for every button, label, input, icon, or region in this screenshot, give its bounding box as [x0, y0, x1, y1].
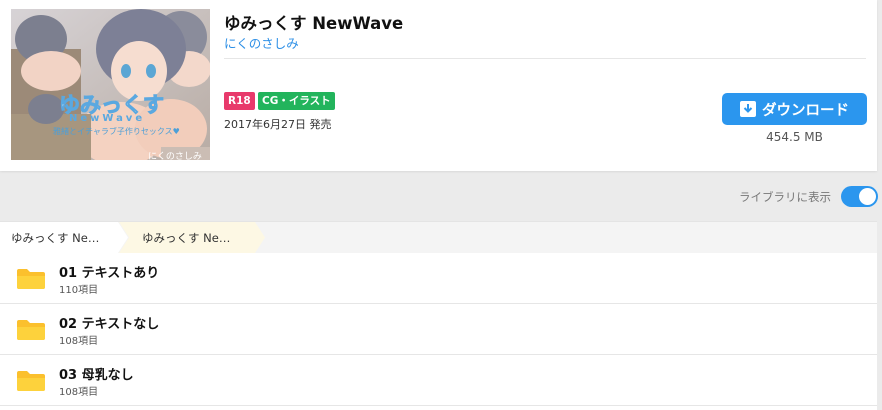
cover-logo-sub: NewWave: [69, 113, 146, 124]
header-divider: [224, 58, 866, 59]
folder-name: 01 テキストあり: [59, 266, 160, 281]
cover-circle-name: にくのさしみ: [148, 152, 202, 160]
work-title: ゆみっくす NewWave: [224, 14, 404, 33]
folder-row[interactable]: 03 母乳なし 108項目: [0, 355, 877, 406]
folder-item-count: 108項目: [59, 387, 99, 398]
breadcrumb-label: ゆみっくす Ne…: [11, 231, 100, 245]
work-header-card: ゆみっくす NewWave 雅緒とイチャラブ子作りセックス♥ にくのさしみ ゆみ…: [0, 0, 877, 171]
folder-item-count: 110項目: [59, 285, 99, 296]
breadcrumb-item-root[interactable]: ゆみっくす Ne…: [0, 222, 128, 253]
breadcrumb: ゆみっくす Ne… ゆみっくす Ne…: [0, 221, 877, 254]
work-author-link[interactable]: にくのさしみ: [224, 33, 299, 52]
folder-name: 02 テキストなし: [59, 317, 160, 332]
folder-name: 03 母乳なし: [59, 368, 134, 383]
badge-r18: R18: [224, 92, 255, 110]
download-label: ダウンロード: [762, 102, 849, 119]
folder-row[interactable]: 02 テキストなし 108項目: [0, 304, 877, 355]
badge-genre: CG・イラスト: [258, 92, 335, 110]
folder-list: ゆみっくす Ne… ゆみっくす Ne… 01 テキストあり 110項目 02 テ…: [0, 221, 877, 410]
breadcrumb-item-current[interactable]: ゆみっくす Ne…: [119, 222, 265, 253]
folder-row[interactable]: 01 テキストあり 110項目: [0, 253, 877, 304]
release-date: 2017年6月27日 発売: [224, 118, 332, 131]
library-toggle[interactable]: [841, 186, 878, 207]
cover-image: ゆみっくす NewWave 雅緒とイチャラブ子作りセックス♥ にくのさしみ: [11, 9, 210, 160]
download-icon: [740, 101, 756, 117]
file-size: 454.5 MB: [766, 130, 823, 144]
folder-item-count: 108項目: [59, 336, 99, 347]
folder-icon: [16, 268, 46, 294]
download-button[interactable]: ダウンロード: [722, 93, 867, 125]
library-toggle-label: ライブラリに表示: [739, 190, 831, 204]
cover-tagline: 雅緒とイチャラブ子作りセックス♥: [53, 127, 180, 136]
folder-icon: [16, 370, 46, 396]
breadcrumb-label: ゆみっくす Ne…: [142, 231, 231, 245]
toggle-knob: [859, 188, 876, 205]
folder-icon: [16, 319, 46, 345]
